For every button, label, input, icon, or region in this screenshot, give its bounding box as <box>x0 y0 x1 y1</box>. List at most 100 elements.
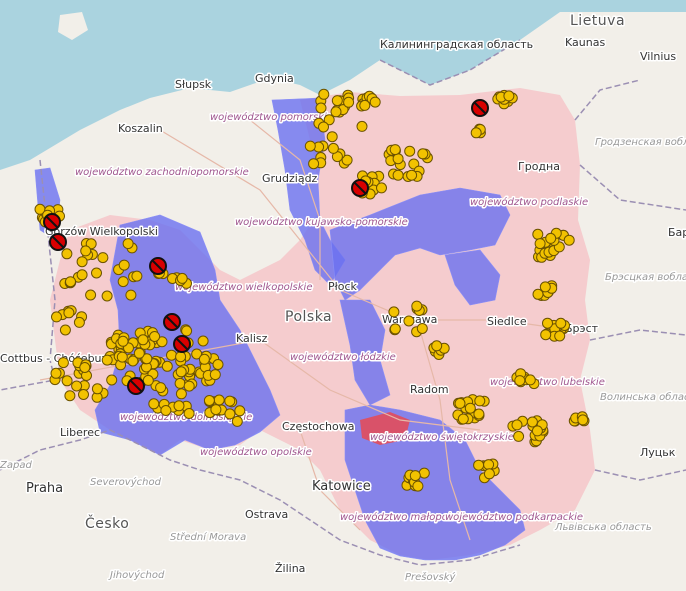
location-marker[interactable] <box>91 383 103 395</box>
location-marker[interactable] <box>483 459 495 471</box>
location-marker[interactable] <box>181 325 193 337</box>
location-marker[interactable] <box>133 347 145 359</box>
location-marker[interactable] <box>388 306 400 318</box>
location-marker[interactable] <box>331 95 343 107</box>
location-marker[interactable] <box>175 351 187 363</box>
location-marker[interactable] <box>198 353 210 365</box>
location-marker[interactable] <box>61 248 73 260</box>
location-marker[interactable] <box>406 169 418 181</box>
location-marker[interactable] <box>65 276 76 288</box>
location-marker[interactable] <box>554 330 566 342</box>
location-marker[interactable] <box>161 360 173 372</box>
location-marker[interactable] <box>76 269 88 281</box>
location-marker[interactable] <box>116 351 128 363</box>
location-marker[interactable] <box>224 408 236 420</box>
location-marker[interactable] <box>540 329 552 341</box>
location-marker[interactable] <box>392 153 404 165</box>
location-marker[interactable] <box>389 323 401 335</box>
location-marker[interactable] <box>343 96 355 108</box>
location-marker[interactable] <box>59 324 71 336</box>
location-marker[interactable] <box>85 289 97 301</box>
location-marker[interactable] <box>125 289 137 301</box>
location-marker[interactable] <box>416 323 428 334</box>
location-marker[interactable] <box>173 400 185 412</box>
location-marker[interactable] <box>376 182 387 194</box>
location-marker[interactable] <box>224 395 236 407</box>
location-marker[interactable] <box>231 415 243 427</box>
location-marker[interactable] <box>101 354 113 366</box>
location-marker[interactable] <box>122 238 134 250</box>
location-marker[interactable] <box>404 145 416 157</box>
location-marker[interactable] <box>563 234 575 246</box>
location-marker[interactable] <box>411 300 423 312</box>
location-marker[interactable] <box>64 390 76 402</box>
location-marker[interactable] <box>526 416 538 428</box>
location-marker[interactable] <box>457 413 469 425</box>
map-canvas[interactable]: Polska Lietuva Česko województwo zachodn… <box>0 0 686 591</box>
location-marker[interactable] <box>97 252 109 264</box>
location-marker[interactable] <box>117 276 129 288</box>
location-marker[interactable] <box>392 169 404 181</box>
location-marker[interactable] <box>577 414 589 426</box>
location-marker[interactable] <box>176 272 188 284</box>
location-marker[interactable] <box>142 374 154 386</box>
location-marker[interactable] <box>118 259 130 271</box>
map-view[interactable]: Polska Lietuva Česko województwo zachodn… <box>0 0 686 591</box>
location-marker[interactable] <box>79 362 91 373</box>
location-marker[interactable] <box>327 142 339 154</box>
location-marker[interactable] <box>483 468 495 480</box>
location-marker[interactable] <box>330 106 342 118</box>
location-marker[interactable] <box>534 238 546 250</box>
location-marker[interactable] <box>514 375 526 387</box>
location-marker[interactable] <box>51 311 62 323</box>
location-marker[interactable] <box>137 334 149 346</box>
location-marker[interactable] <box>454 397 466 409</box>
location-marker[interactable] <box>210 404 222 416</box>
location-marker[interactable] <box>197 335 209 347</box>
location-marker[interactable] <box>183 408 195 419</box>
location-marker[interactable] <box>61 375 73 387</box>
location-marker[interactable] <box>175 366 187 378</box>
location-marker[interactable] <box>91 267 102 279</box>
location-marker[interactable] <box>155 382 167 394</box>
location-marker[interactable] <box>470 127 482 139</box>
location-marker[interactable] <box>356 120 368 132</box>
location-marker[interactable] <box>213 394 225 406</box>
location-marker[interactable] <box>431 340 443 352</box>
location-marker[interactable] <box>106 374 118 386</box>
location-marker[interactable] <box>409 470 421 482</box>
location-marker[interactable] <box>117 335 129 347</box>
location-marker[interactable] <box>308 158 320 170</box>
location-marker[interactable] <box>524 374 536 386</box>
location-marker[interactable] <box>71 380 83 392</box>
location-marker[interactable] <box>369 96 381 108</box>
location-marker[interactable] <box>315 102 327 114</box>
location-marker[interactable] <box>417 148 429 160</box>
location-marker[interactable] <box>532 228 544 240</box>
location-marker[interactable] <box>513 430 525 442</box>
location-marker[interactable] <box>57 357 69 369</box>
location-marker[interactable] <box>160 405 172 416</box>
location-marker[interactable] <box>473 459 485 471</box>
location-marker[interactable] <box>503 90 515 102</box>
location-marker[interactable] <box>76 256 88 268</box>
location-marker[interactable] <box>78 389 89 400</box>
location-marker[interactable] <box>209 369 221 381</box>
location-marker[interactable] <box>149 331 161 342</box>
location-marker[interactable] <box>50 367 62 379</box>
location-marker[interactable] <box>63 307 75 319</box>
location-marker[interactable] <box>73 316 85 328</box>
location-marker[interactable] <box>474 395 486 407</box>
location-marker[interactable] <box>464 402 476 414</box>
location-marker[interactable] <box>174 377 186 389</box>
location-marker[interactable] <box>545 232 557 244</box>
location-marker[interactable] <box>148 398 160 410</box>
location-marker[interactable] <box>412 480 424 492</box>
location-marker[interactable] <box>555 317 567 329</box>
location-marker[interactable] <box>403 315 415 327</box>
location-marker[interactable] <box>183 380 195 392</box>
location-marker[interactable] <box>318 121 329 133</box>
location-marker[interactable] <box>131 270 143 282</box>
location-marker[interactable] <box>418 467 430 479</box>
location-marker[interactable] <box>539 281 551 293</box>
